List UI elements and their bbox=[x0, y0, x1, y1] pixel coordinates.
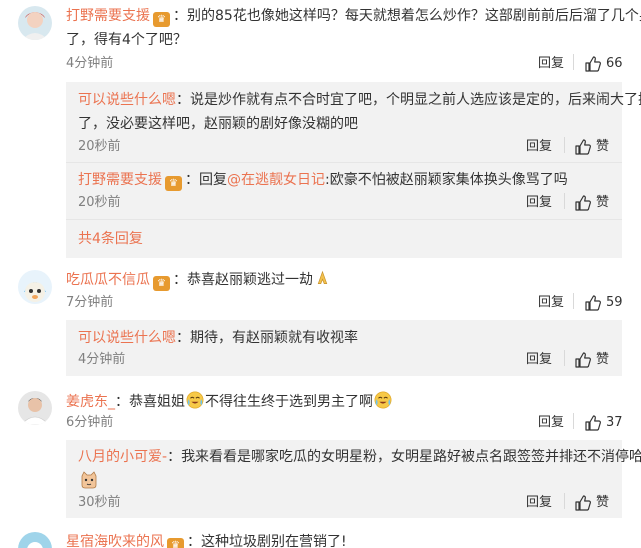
reply-button[interactable]: 回复 bbox=[526, 351, 552, 369]
timestamp: 4分钟前 bbox=[66, 56, 114, 71]
reply-button[interactable]: 回复 bbox=[538, 414, 564, 432]
like-count: 59 bbox=[606, 295, 623, 310]
timestamp: 4分钟前 bbox=[78, 352, 126, 367]
like-count: 66 bbox=[606, 56, 623, 71]
username[interactable]: 可以说些什么嗯 bbox=[78, 330, 176, 346]
thumb-up-icon bbox=[584, 294, 602, 312]
reply-text: 打野需要支援 ♛ ：回复@在逃靓女日记:欧豪不怕被赵丽颖家集体换头像骂了吗 bbox=[78, 172, 568, 191]
avatar[interactable] bbox=[18, 6, 52, 40]
reply-text: 八月的小可爱-：我来看看是哪家吃瓜的女明星粉，女明星路好被点名跟签签并排还不消停… bbox=[78, 449, 641, 465]
divider bbox=[564, 193, 565, 209]
thumb-up-icon bbox=[584, 55, 602, 73]
comment-text: 姜虎东_：恭喜姐姐 不得往生终于选到男主了啊 bbox=[66, 391, 393, 415]
divider bbox=[573, 413, 574, 429]
comment-text: 吃瓜瓜不信瓜 ♛ ：恭喜赵丽颖逃过一劫 bbox=[66, 270, 332, 293]
like-label: 赞 bbox=[596, 495, 610, 510]
divider bbox=[573, 54, 574, 70]
reply-button[interactable]: 回复 bbox=[526, 494, 552, 512]
username[interactable]: 可以说些什么嗯 bbox=[78, 92, 176, 108]
tears-of-joy-emoji-icon bbox=[374, 391, 392, 415]
thumb-up-icon bbox=[574, 351, 592, 369]
reply-text: 可以说些什么嗯：期待，有赵丽颖就有收视率 bbox=[78, 330, 358, 346]
divider bbox=[564, 137, 565, 153]
like-count: 37 bbox=[606, 415, 623, 430]
reply-button[interactable]: 回复 bbox=[538, 55, 564, 73]
thumb-up-icon bbox=[574, 494, 592, 512]
avatar[interactable] bbox=[18, 391, 52, 425]
thumb-up-icon bbox=[574, 194, 592, 212]
tears-of-joy-emoji-icon bbox=[186, 391, 204, 415]
reply-button[interactable]: 回复 bbox=[526, 138, 552, 156]
pray-emoji-icon bbox=[314, 270, 331, 293]
username[interactable]: 八月的小可爱- bbox=[78, 449, 167, 465]
timestamp: 20秒前 bbox=[78, 195, 121, 210]
reply-button[interactable]: 回复 bbox=[538, 294, 564, 312]
mention-link[interactable]: @在逃靓女日记 bbox=[227, 172, 325, 188]
username[interactable]: 打野需要支援 bbox=[66, 8, 150, 24]
member-badge-icon: ♛ bbox=[153, 12, 170, 27]
reply-text-cont: 了，没必要这样吧，赵丽颖的剧好像没糊的吧 bbox=[78, 116, 358, 132]
more-replies-link[interactable]: 共4条回复 bbox=[78, 229, 143, 249]
cat-emoji-icon bbox=[79, 470, 99, 494]
member-badge-icon: ♛ bbox=[165, 176, 182, 191]
comment-text: 打野需要支援 ♛ ：别的85花也像她这样吗？每天就想着怎么炒作？这部剧前前后后溜了几… bbox=[66, 8, 641, 27]
member-badge-icon: ♛ bbox=[153, 276, 170, 291]
like-label: 赞 bbox=[596, 352, 610, 367]
username[interactable]: 打野需要支援 bbox=[78, 172, 162, 188]
divider bbox=[573, 293, 574, 309]
reply-button[interactable]: 回复 bbox=[526, 194, 552, 212]
thumb-up-icon bbox=[574, 138, 592, 156]
timestamp: 30秒前 bbox=[78, 495, 121, 510]
timestamp: 7分钟前 bbox=[66, 295, 114, 310]
comment-text: 星宿海吹来的风 ♛ ：这种垃圾剧别在营销了! bbox=[66, 532, 347, 548]
like-label: 赞 bbox=[596, 195, 610, 210]
timestamp: 20秒前 bbox=[78, 139, 121, 154]
like-label: 赞 bbox=[596, 139, 610, 154]
divider bbox=[564, 493, 565, 509]
member-badge-icon: ♛ bbox=[167, 538, 184, 548]
username[interactable]: 姜虎东_ bbox=[66, 394, 115, 410]
divider bbox=[564, 350, 565, 366]
divider bbox=[66, 219, 622, 220]
username[interactable]: 吃瓜瓜不信瓜 bbox=[66, 272, 150, 288]
comment-text-cont: 了，得有4个了吧？ bbox=[66, 32, 187, 48]
reply-text: 可以说些什么嗯：说是炒作就有点不合时宜了吧，个明显之前人选应该是定的，后来闹大了… bbox=[78, 92, 641, 108]
divider bbox=[66, 162, 622, 163]
avatar[interactable] bbox=[18, 532, 52, 548]
avatar[interactable] bbox=[18, 270, 52, 304]
timestamp: 6分钟前 bbox=[66, 415, 114, 430]
thumb-up-icon bbox=[584, 414, 602, 432]
username[interactable]: 星宿海吹来的风 bbox=[66, 534, 164, 548]
